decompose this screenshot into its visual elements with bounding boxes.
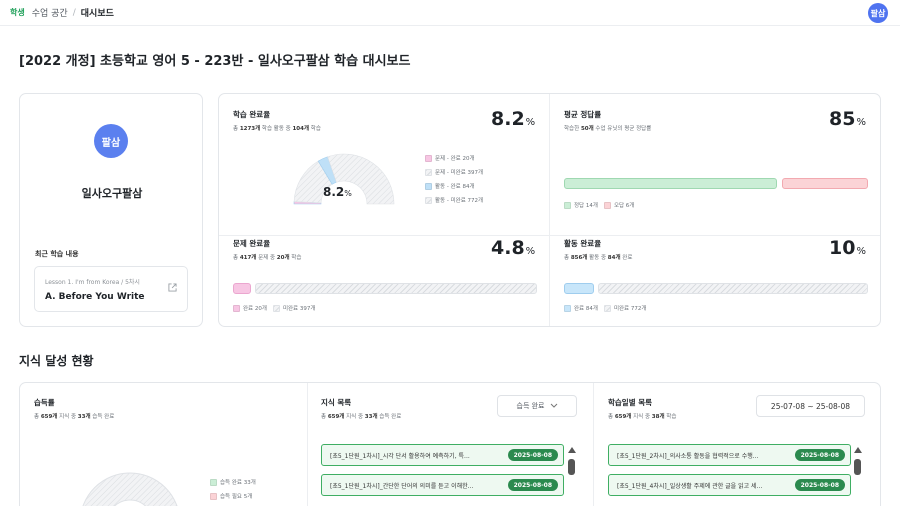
arrow-up-icon[interactable]: [854, 447, 862, 453]
chevron-down-icon: [550, 402, 558, 410]
legend-item: 정답 14개: [564, 198, 598, 212]
user-avatar[interactable]: 팔삼: [868, 3, 888, 23]
divider: [549, 94, 550, 326]
completion-subtitle: 총 1273개 학습 활동 중 104개 학습: [233, 126, 321, 132]
legend-item: 완료 84개: [564, 301, 598, 315]
profile-avatar: 팔삼: [94, 124, 128, 158]
accuracy-title: 평균 정답률: [564, 110, 602, 119]
recent-learning-label: 최근 학습 내용: [35, 250, 79, 258]
list-item-text: [초5_1단원_4차시]_일상생활 주제에 관한 글을 읽고 세...: [617, 482, 763, 490]
stats-card: 학습 완료율 총 1273개 학습 활동 중 104개 학습 8.2% 8.2%…: [218, 93, 881, 327]
legend-item: 문제 - 미완료 397개: [425, 165, 483, 179]
legend-item: 습득 완료 33개: [210, 475, 256, 489]
knowledge-list-subtitle: 총 659개 지식 중 33개 습득 완료: [321, 414, 402, 420]
select-value: 습득 완료: [516, 402, 545, 410]
role-badge: 학생: [10, 8, 25, 17]
arrow-up-icon[interactable]: [568, 447, 576, 453]
profile-card: 팔삼 일사오구팔삼 최근 학습 내용 Lesson 1. I'm from Ko…: [19, 93, 203, 327]
page-title: [2022 개정] 초등학교 영어 5 - 223반 - 일사오구팔삼 학습 대…: [19, 54, 411, 69]
problems-rate: 4.8%: [491, 237, 536, 259]
divider: [219, 235, 880, 236]
activities-title: 활동 완료율: [564, 239, 602, 248]
problems-todo-bar: [255, 283, 537, 294]
list-item-text: [초5_1단원_1차시]_시각 단서 활용하여 예측하기, 특...: [330, 452, 470, 460]
top-bar: 학생 수업 공간 / 대시보드 팔삼: [0, 0, 900, 26]
activities-legend: 완료 84개 미완료 772개: [564, 301, 646, 315]
activities-todo-bar: [597, 283, 868, 294]
mastery-legend: 습득 완료 33개 습득 필요 5개: [210, 475, 256, 503]
legend-item: 미완료 772개: [603, 301, 646, 315]
list-item-text: [초5_1단원_1차시]_간단한 단어의 의미를 듣고 이해한...: [330, 482, 474, 490]
problems-title: 문제 완료율: [233, 239, 271, 248]
recent-lesson-title: A. Before You Write: [45, 292, 145, 302]
legend-item: 완료 20개: [233, 301, 267, 315]
accuracy-legend: 정답 14개 오답 6개: [564, 198, 634, 212]
list-item-text: [초5_1단원_2차시]_의사소통 활동을 협력적으로 수행...: [617, 452, 759, 460]
list-item[interactable]: [초5_1단원_1차시]_간단한 단어의 의미를 듣고 이해한... 2025-…: [321, 474, 564, 496]
legend-item: 문제 - 완료 20개: [425, 151, 483, 165]
accuracy-rate: 85%: [829, 108, 866, 130]
problems-done-bar: [233, 283, 251, 294]
list-item[interactable]: [초5_1단원_1차시]_시각 단서 활용하여 예측하기, 특... 2025-…: [321, 444, 564, 466]
list-item[interactable]: [초5_1단원_4차시]_일상생활 주제에 관한 글을 읽고 세... 2025…: [608, 474, 851, 496]
activities-rate: 10%: [829, 237, 866, 259]
external-link-icon[interactable]: [168, 283, 177, 295]
profile-name: 일사오구팔삼: [81, 187, 143, 200]
completion-title: 학습 완료율: [233, 110, 271, 119]
scroll-thumb[interactable]: [854, 459, 861, 475]
daily-list-scrollbar[interactable]: [854, 447, 862, 475]
completion-legend: 문제 - 완료 20개 문제 - 미완료 397개 활동 - 완료 84개 활동…: [425, 151, 483, 207]
date-badge: 2025-08-08: [794, 479, 845, 491]
mastery-filter-select[interactable]: 습득 완료: [497, 395, 577, 417]
knowledge-list-title: 지식 목록: [321, 398, 352, 407]
knowledge-card: 습득률 총 659개 지식 중 33개 습득 완료 습득 완료 33개 습득 필…: [19, 382, 881, 506]
activities-done-bar: [564, 283, 594, 294]
date-badge: 2025-08-08: [507, 449, 558, 461]
date-badge: 2025-08-08: [794, 449, 845, 461]
legend-item: 활동 - 완료 84개: [425, 179, 483, 193]
mastery-subtitle: 총 659개 지식 중 33개 습득 완료: [34, 414, 115, 420]
mastery-gauge: [82, 472, 178, 506]
activities-subtitle: 총 856개 활동 중 84개 완료: [564, 255, 633, 261]
recent-lesson-subtitle: Lesson 1. I'm from Korea / 5차시: [45, 279, 140, 286]
mastery-title: 습득률: [34, 398, 55, 407]
scroll-thumb[interactable]: [568, 459, 575, 475]
breadcrumb-separator: /: [72, 7, 76, 18]
problems-subtitle: 총 417개 문제 중 20개 학습: [233, 255, 302, 261]
legend-item: 습득 필요 5개: [210, 489, 256, 503]
wrong-bar: [781, 178, 868, 189]
legend-item: 미완료 397개: [272, 301, 315, 315]
divider: [593, 383, 594, 506]
breadcrumb-dashboard: 대시보드: [80, 9, 114, 19]
recent-learning-link[interactable]: Lesson 1. I'm from Korea / 5차시 A. Before…: [34, 266, 188, 312]
problems-legend: 완료 20개 미완료 397개: [233, 301, 315, 315]
knowledge-section-title: 지식 달성 현황: [19, 354, 94, 368]
daily-list-subtitle: 총 659개 지식 중 38개 학습: [608, 414, 677, 420]
knowledge-list-scrollbar[interactable]: [568, 447, 576, 475]
correct-bar: [564, 178, 777, 189]
accuracy-subtitle: 학습한 50개 수업 유닛의 평균 정답률: [564, 126, 652, 132]
divider: [307, 383, 308, 506]
completion-rate: 8.2%: [491, 108, 536, 130]
gauge-value: 8.2%: [323, 185, 352, 199]
legend-item: 활동 - 미완료 772개: [425, 193, 483, 207]
date-badge: 2025-08-08: [507, 479, 558, 491]
legend-item: 오답 6개: [603, 198, 634, 212]
breadcrumb-class-space[interactable]: 수업 공간: [32, 6, 68, 19]
daily-list-title: 학습일별 목록: [608, 398, 653, 407]
date-range-picker[interactable]: 25-07-08 ~ 25-08-08: [756, 395, 865, 417]
list-item[interactable]: [초5_1단원_2차시]_의사소통 활동을 협력적으로 수행... 2025-0…: [608, 444, 851, 466]
